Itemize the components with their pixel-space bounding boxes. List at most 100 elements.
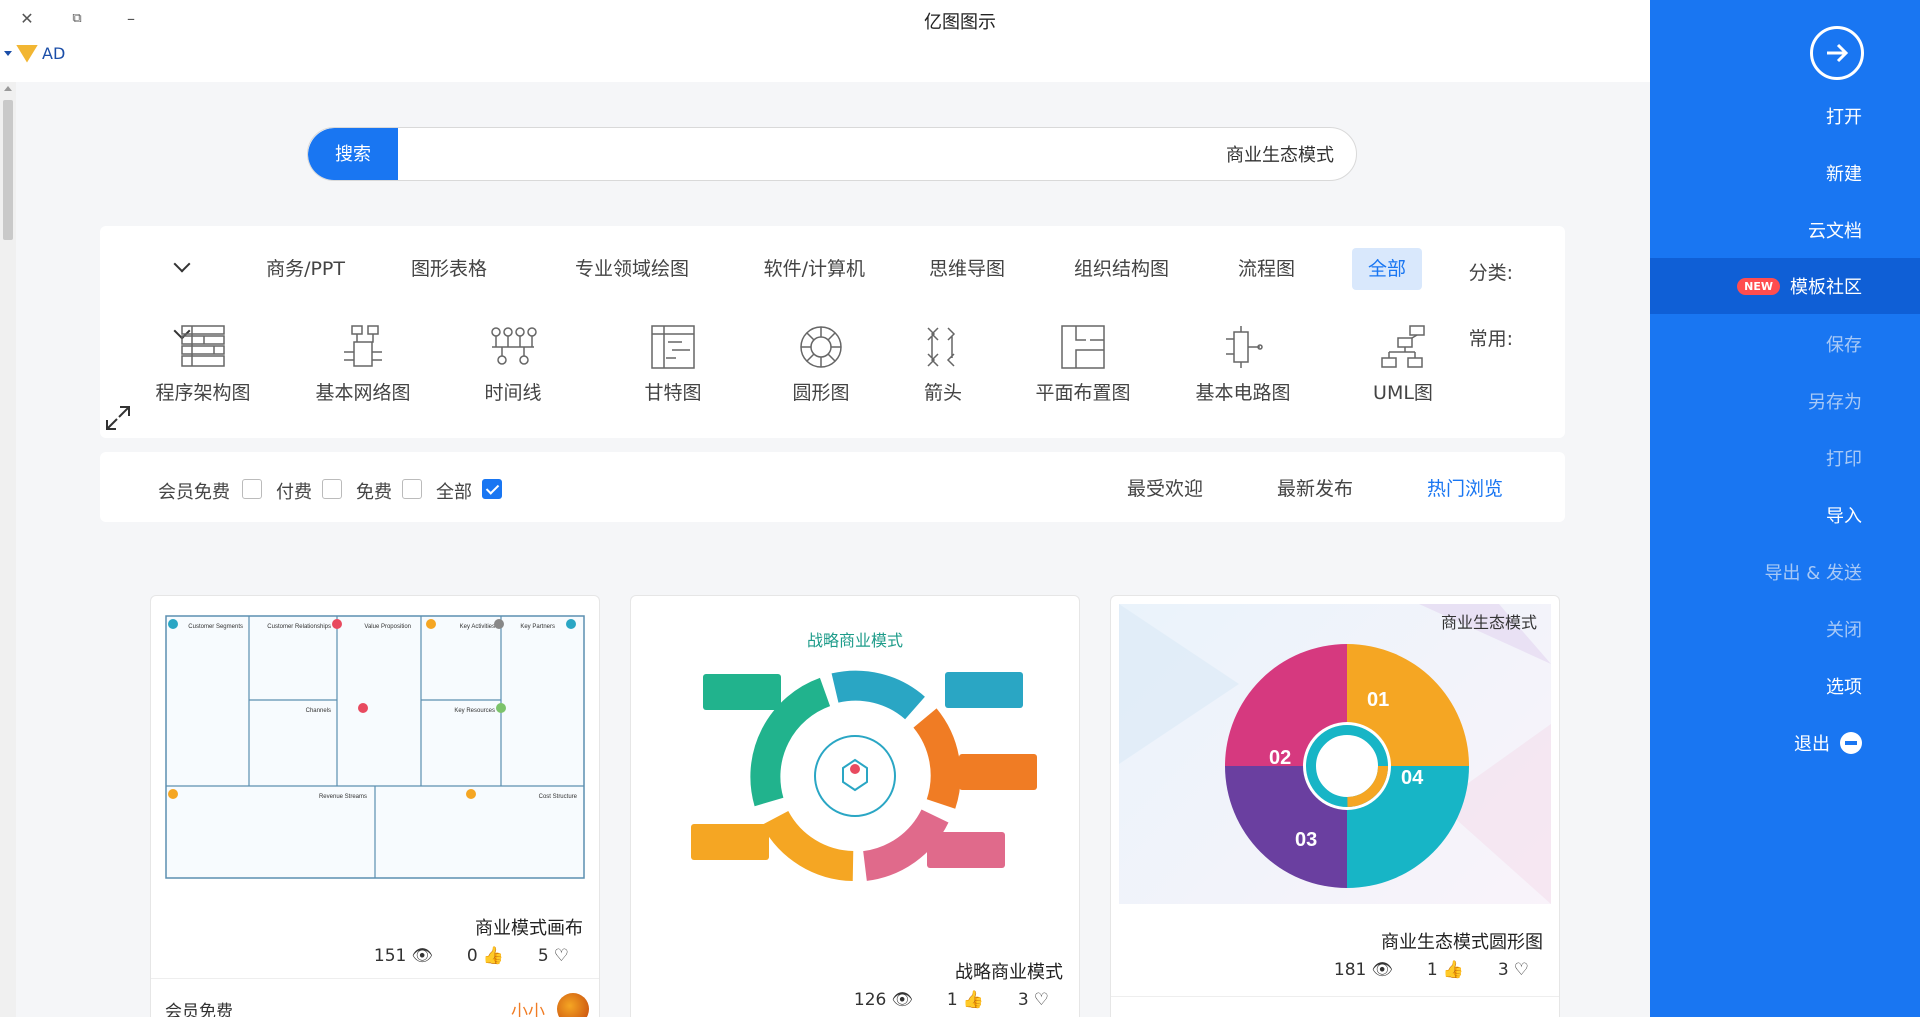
common-uml[interactable]: UML图 — [1333, 324, 1473, 404]
template-title: 商业生态模式圆形图 — [1381, 932, 1543, 953]
eye-icon: 👁 — [1371, 960, 1393, 980]
search-button[interactable]: 搜索 — [308, 128, 398, 180]
likes-count: 1 — [1426, 960, 1438, 980]
sidebar-item-template-community[interactable]: NEW 模板社区 — [1650, 258, 1920, 314]
strategy-cycle-diagram: 战略商业模式 — [691, 631, 1037, 881]
canvas-header: Key Partners — [520, 624, 555, 630]
avatar[interactable] — [557, 993, 589, 1017]
filter-free-label: 免费 — [356, 482, 392, 503]
sidebar-item-close[interactable]: 关闭 — [1650, 601, 1920, 657]
sort-filter-panel: 热门浏览 最新发布 最受欢迎 全部 免费 付费 会员免费 — [100, 452, 1565, 522]
likes-count: 0 — [466, 946, 478, 966]
thumbs-up-icon[interactable]: 👍 — [483, 946, 504, 966]
thumbnail-title: 战略商业模式 — [807, 631, 903, 650]
timeline-icon — [491, 327, 537, 365]
heart-icon[interactable]: ♡ — [1514, 960, 1529, 980]
common-circuit[interactable]: 基本电路图 — [1173, 324, 1313, 404]
heart-icon[interactable]: ♡ — [1034, 990, 1049, 1010]
sort-hot-views[interactable]: 热门浏览 — [1427, 474, 1503, 501]
vip-diamond-icon — [16, 44, 38, 63]
circle-chart-icon — [800, 326, 842, 368]
sidebar-item-open[interactable]: 打开 — [1650, 88, 1920, 144]
sidebar-item-options[interactable]: 选项 — [1650, 658, 1920, 714]
sidebar-item-new[interactable]: 新建 — [1650, 145, 1920, 201]
filter-member-free-checkbox[interactable] — [242, 479, 262, 499]
chevron-down-icon[interactable] — [173, 255, 191, 273]
common-floor-plan[interactable]: 平面布置图 — [1013, 324, 1153, 404]
network-icon — [344, 325, 382, 367]
common-network[interactable]: 基本网络图 — [293, 324, 433, 404]
category-row: 分类: 全部 流程图 组织结构图 思维导图 软件/计算机 专业领域绘图 图形表格… — [100, 248, 1565, 290]
template-card[interactable]: 战略商业模式 战略商业模式 126👁 1� — [630, 595, 1080, 1017]
canvas-header: Customer Relationships — [267, 624, 331, 630]
segment-label-03: 03 — [1295, 829, 1317, 851]
template-thumbnail: Key Partners Key Activities Value Propos… — [159, 604, 591, 904]
template-card[interactable]: 01 02 03 04 商业生态模式 商业生态模式圆形图 181 👁 1 👍 3 ♡ — [1110, 595, 1560, 1017]
category-mind-map[interactable]: 思维导图 — [913, 248, 1021, 290]
card-footer: 会员免费 小小 — [151, 978, 599, 1017]
favorites-count: 3 — [1017, 990, 1029, 1010]
common-timeline[interactable]: 时间线 — [443, 324, 583, 404]
scroll-up-arrow-icon[interactable] — [4, 86, 12, 91]
common-label-uml: UML图 — [1373, 382, 1433, 404]
filter-free-checkbox[interactable] — [402, 479, 422, 499]
common-label-circle-chart: 圆形图 — [792, 382, 850, 404]
eye-icon: 👁 — [891, 990, 913, 1010]
author-name[interactable]: 小小 — [511, 997, 545, 1017]
common-label-gantt: 甘特图 — [644, 382, 702, 404]
canvas-header: Revenue Streams — [319, 794, 367, 800]
common-label-timeline: 时间线 — [484, 382, 542, 404]
common-gantt[interactable]: 甘特图 — [603, 324, 743, 404]
heart-icon[interactable]: ♡ — [554, 946, 569, 966]
sidebar-item-save[interactable]: 保存 — [1650, 316, 1920, 372]
sidebar-item-export-send[interactable]: 导出 & 发送 — [1650, 544, 1920, 600]
app-title: 亿图图示 — [924, 12, 996, 33]
views-count: 151 — [373, 946, 407, 966]
canvas-header: Cost Structure — [539, 794, 578, 800]
category-org-chart[interactable]: 组织结构图 — [1058, 248, 1185, 290]
category-software[interactable]: 软件/计算机 — [748, 248, 881, 290]
sidebar-item-print[interactable]: 打印 — [1650, 430, 1920, 486]
sidebar-item-import[interactable]: 导入 — [1650, 487, 1920, 543]
favorites-count: 5 — [537, 946, 549, 966]
arrow-shapes-icon — [927, 327, 956, 367]
expand-icon[interactable] — [105, 405, 131, 431]
category-all[interactable]: 全部 — [1351, 248, 1422, 290]
template-card[interactable]: Key Partners Key Activities Value Propos… — [150, 595, 600, 1017]
sort-most-popular[interactable]: 最受欢迎 — [1127, 474, 1203, 501]
common-arrow[interactable]: 箭头 — [873, 324, 1013, 404]
search-input[interactable] — [434, 128, 1334, 180]
template-stats: 151 👁 0 👍 5 ♡ — [374, 946, 569, 966]
vertical-scrollbar[interactable] — [0, 82, 16, 1017]
category-professional[interactable]: 专业领域绘图 — [559, 248, 705, 290]
common-label-floor-plan: 平面布置图 — [1035, 382, 1131, 404]
template-title: 战略商业模式 — [955, 962, 1063, 983]
new-badge: NEW — [1737, 277, 1780, 295]
scrollbar-thumb[interactable] — [3, 100, 13, 240]
common-label: 常用: — [1468, 328, 1513, 350]
views-count: 181 — [1333, 960, 1367, 980]
sidebar-item-save-as[interactable]: 另存为 — [1650, 373, 1920, 429]
back-arrow-icon[interactable] — [1810, 26, 1864, 80]
sort-latest[interactable]: 最新发布 — [1277, 474, 1353, 501]
favorites-count: 3 — [1497, 960, 1509, 980]
category-flowchart[interactable]: 流程图 — [1222, 248, 1311, 290]
uml-icon — [1381, 325, 1425, 368]
architecture-icon — [181, 325, 225, 367]
thumbs-up-icon[interactable]: 👍 — [1443, 960, 1464, 980]
segment-label-04: 04 — [1401, 767, 1424, 789]
thumbs-up-icon[interactable]: 👍 — [963, 990, 984, 1010]
account-menu[interactable]: AD — [4, 44, 65, 63]
common-circle-chart[interactable]: 圆形图 — [751, 324, 891, 404]
filter-paid-checkbox[interactable] — [322, 479, 342, 499]
common-label-circuit: 基本电路图 — [1195, 382, 1291, 404]
category-graphic-table[interactable]: 图形表格 — [395, 248, 503, 290]
exit-icon — [1840, 732, 1862, 754]
common-program-architecture[interactable]: 程序架构图 — [133, 324, 273, 404]
category-business-ppt[interactable]: 商务/PPT — [250, 248, 361, 290]
sidebar-item-cloud-docs[interactable]: 云文档 — [1650, 202, 1920, 258]
price-tag: 会员免费 — [165, 1002, 233, 1017]
thumbnail-title: 商业生态模式 — [1441, 613, 1537, 632]
sidebar-item-exit[interactable]: 退出 — [1650, 715, 1920, 771]
filter-all-checkbox[interactable] — [482, 479, 502, 499]
